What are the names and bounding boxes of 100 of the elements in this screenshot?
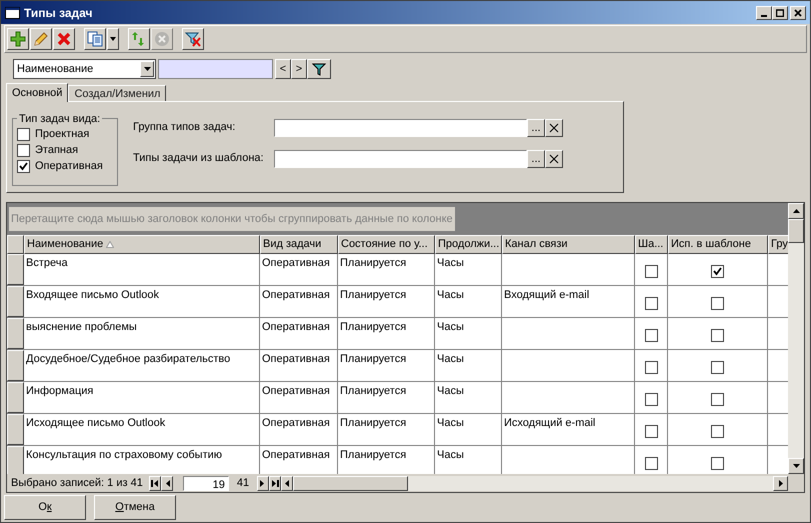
table-cell-text: Планируется xyxy=(339,384,406,399)
checkbox[interactable] xyxy=(644,296,658,310)
checkbox[interactable] xyxy=(711,360,724,374)
row-indicator[interactable] xyxy=(7,286,24,317)
row-indicator[interactable] xyxy=(7,446,24,474)
scrollbar-thumb[interactable] xyxy=(788,219,804,243)
up-arrow-icon xyxy=(792,209,800,213)
vertical-scrollbar[interactable] xyxy=(788,203,804,474)
pencil-icon xyxy=(33,31,49,47)
delete-button[interactable] xyxy=(53,28,75,50)
checkbox[interactable] xyxy=(644,424,658,438)
table-cell-text: Входящее письмо Outlook xyxy=(25,288,160,303)
row-indicator[interactable] xyxy=(7,254,24,285)
dropdown-button[interactable] xyxy=(107,28,119,50)
column-header[interactable]: Канал связи xyxy=(502,235,635,254)
table-cell-text: Планируется xyxy=(339,352,406,367)
checkbox[interactable] xyxy=(711,328,724,342)
copy-button[interactable] xyxy=(84,28,106,50)
status-text: Выбрано записей: 1 из 41 xyxy=(10,476,143,491)
next-record-button[interactable] xyxy=(257,476,270,490)
checkbox[interactable] xyxy=(644,392,658,406)
dialog-button[interactable]: Ок xyxy=(4,495,86,520)
table-cell-text: Планируется xyxy=(339,448,406,463)
checkbox[interactable] xyxy=(711,264,724,278)
row-indicator[interactable] xyxy=(7,414,24,445)
add-button[interactable] xyxy=(7,28,29,50)
table-cell-text: Часы xyxy=(436,352,464,367)
checkbox[interactable] xyxy=(17,128,30,141)
horizontal-scrollbar[interactable] xyxy=(293,476,788,490)
table-cell-text: Оперативная xyxy=(261,352,330,367)
maximize-button[interactable] xyxy=(772,6,788,20)
edit-button[interactable] xyxy=(30,28,52,50)
column-header[interactable]: Исп. в шаблоне xyxy=(668,235,768,254)
table-cell-text: выяснение проблемы xyxy=(25,320,137,335)
table-cell-text: Часы xyxy=(436,416,464,431)
table-cell-text: Часы xyxy=(436,384,464,399)
browse-button[interactable]: ... xyxy=(527,118,545,136)
column-header[interactable]: Наименование xyxy=(24,235,260,254)
checkbox[interactable] xyxy=(644,456,658,470)
column-header[interactable]: Вид задачи xyxy=(260,235,338,254)
last-record-button[interactable] xyxy=(269,476,282,490)
current-record-field[interactable]: 19 xyxy=(182,476,229,490)
refresh-button[interactable] xyxy=(128,28,150,50)
column-header[interactable]: Состояние по у... xyxy=(338,235,435,254)
maximize-icon xyxy=(776,8,784,16)
checkbox[interactable] xyxy=(644,264,658,278)
text-field[interactable] xyxy=(274,118,527,136)
tab[interactable]: Основной xyxy=(6,83,68,102)
checkbox[interactable] xyxy=(644,360,658,374)
row-indicator[interactable] xyxy=(7,382,24,413)
checkbox[interactable] xyxy=(711,392,724,406)
row-indicator[interactable] xyxy=(7,350,24,381)
checkbox[interactable] xyxy=(711,296,724,310)
previous-button[interactable]: < xyxy=(275,59,291,79)
checkbox-label: Этапная xyxy=(35,143,78,158)
clear-filter-button[interactable] xyxy=(182,28,204,50)
clear-button[interactable] xyxy=(545,150,563,168)
table-cell-text: Исходящий e-mail xyxy=(503,416,596,431)
table-cell-text: Консультация по страховому событию xyxy=(25,448,222,463)
first-record-button[interactable] xyxy=(148,476,161,490)
table-cell-text: Оперативная xyxy=(261,288,330,303)
first-icon xyxy=(151,480,158,486)
filter-button[interactable] xyxy=(307,59,331,79)
close-icon xyxy=(549,154,559,164)
checkbox[interactable] xyxy=(711,456,724,470)
close-button[interactable] xyxy=(790,6,806,20)
browse-button[interactable]: ... xyxy=(527,150,545,168)
search-field[interactable] xyxy=(158,59,273,79)
field-select[interactable]: Наименование xyxy=(13,59,156,79)
clear-button[interactable] xyxy=(545,118,563,136)
cancel-icon xyxy=(154,31,170,47)
caret-icon xyxy=(110,37,116,41)
scrollbar-thumb[interactable] xyxy=(293,476,408,490)
right-arrow-icon xyxy=(778,480,782,486)
table-cell-text: Часы xyxy=(436,320,464,335)
dialog-button[interactable]: Отмена xyxy=(94,495,176,520)
checkbox[interactable] xyxy=(711,424,724,438)
next-button[interactable]: > xyxy=(291,59,307,79)
checkbox[interactable] xyxy=(644,328,658,342)
close-icon xyxy=(549,122,559,132)
checkbox[interactable] xyxy=(17,144,30,157)
previous-record-button[interactable] xyxy=(160,476,173,490)
table-cell-text: Планируется xyxy=(339,320,406,335)
caret-icon xyxy=(144,67,150,71)
field-label: Группа типов задач: xyxy=(133,120,236,136)
table-cell-text: Входящий e-mail xyxy=(503,288,590,303)
table-cell-text: Исходящее письмо Outlook xyxy=(25,416,166,431)
close-icon xyxy=(794,8,802,16)
text-field[interactable] xyxy=(274,150,527,168)
last-icon xyxy=(272,480,279,486)
scroll-left-button[interactable] xyxy=(281,476,294,490)
tab[interactable]: Создал/Изменил xyxy=(68,85,166,102)
column-header[interactable]: Продолжи... xyxy=(435,235,502,254)
checkbox[interactable] xyxy=(17,160,30,173)
column-header[interactable]: Ша... xyxy=(635,235,668,254)
table-cell-text: Досудебное/Судебное разбирательство xyxy=(25,352,230,367)
row-indicator[interactable] xyxy=(7,318,24,349)
group-title: Тип задач вида: xyxy=(17,111,102,128)
minimize-button[interactable] xyxy=(756,6,772,20)
copy-icon xyxy=(87,31,103,47)
